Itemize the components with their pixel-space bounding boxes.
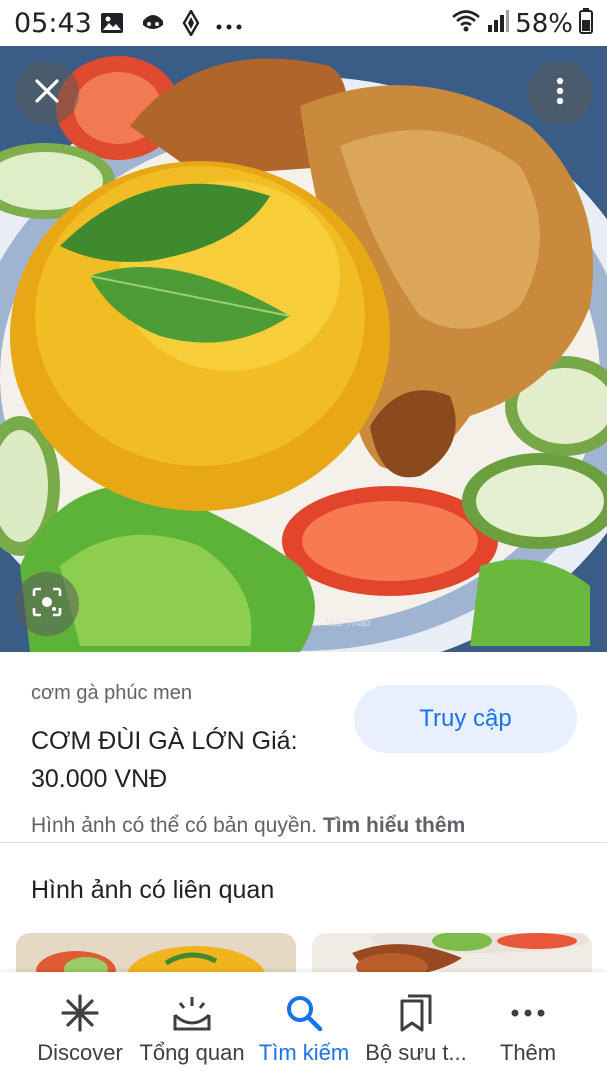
more-notifications-icon	[216, 17, 242, 35]
image-watermark: Mai Thảo	[325, 617, 371, 629]
asterisk-icon	[60, 992, 100, 1034]
notification-icons	[100, 8, 242, 41]
image-title[interactable]: CƠM ĐÙI GÀ LỚN Giá: 30.000 VNĐ	[31, 722, 341, 798]
full-image-viewer[interactable]: Mai Thảo	[0, 46, 607, 652]
battery-percentage: 58%	[515, 8, 573, 39]
status-time: 05:43	[14, 8, 92, 39]
section-divider	[0, 842, 607, 843]
close-button[interactable]	[15, 61, 79, 125]
nav-search[interactable]: Tìm kiếm	[252, 972, 356, 1080]
gallery-icon	[100, 12, 124, 39]
nav-more[interactable]: Thêm	[490, 972, 566, 1080]
more-options-button[interactable]	[528, 61, 592, 125]
copyright-notice: Hình ảnh có thể có bản quyền. Tìm hiểu t…	[31, 814, 465, 838]
more-horiz-icon	[511, 992, 545, 1034]
lens-icon	[32, 587, 62, 622]
related-images-heading: Hình ảnh có liên quan	[31, 876, 275, 904]
more-vert-icon	[556, 77, 564, 110]
inbox-tray-icon	[171, 992, 213, 1034]
learn-more-link[interactable]: Tìm hiểu thêm	[323, 814, 465, 837]
nav-label: Discover	[37, 1040, 123, 1065]
nav-collections[interactable]: Bộ sưu t...	[360, 972, 472, 1080]
nav-label: Bộ sưu t...	[365, 1040, 467, 1065]
status-bar: 05:43 58%	[0, 0, 607, 46]
search-icon	[285, 992, 323, 1034]
visit-button[interactable]: Truy cập	[354, 685, 577, 753]
nav-label: Tìm kiếm	[258, 1040, 350, 1065]
source-name[interactable]: cơm gà phúc men	[31, 682, 192, 705]
wifi-icon	[451, 9, 481, 38]
signal-icon	[487, 9, 510, 38]
copyright-text: Hình ảnh có thể có bản quyền.	[31, 814, 318, 837]
close-icon	[33, 77, 61, 110]
lens-search-button[interactable]	[15, 572, 79, 636]
face-icon	[140, 11, 166, 40]
nav-label: Tổng quan	[139, 1040, 245, 1065]
bottom-navigation: Discover Tổng quan Tìm kiếm Bộ sưu t... …	[0, 972, 607, 1080]
nav-overview[interactable]: Tổng quan	[132, 972, 252, 1080]
food-photo: Mai Thảo	[0, 46, 607, 652]
system-icons: 58%	[451, 8, 593, 39]
bookmarks-icon	[398, 992, 434, 1034]
battery-icon	[579, 8, 593, 39]
nav-label: Thêm	[499, 1040, 557, 1065]
image-info-panel: cơm gà phúc men CƠM ĐÙI GÀ LỚN Giá: 30.0…	[0, 652, 607, 842]
nav-discover[interactable]: Discover	[30, 972, 130, 1080]
vpn-icon	[182, 8, 200, 41]
